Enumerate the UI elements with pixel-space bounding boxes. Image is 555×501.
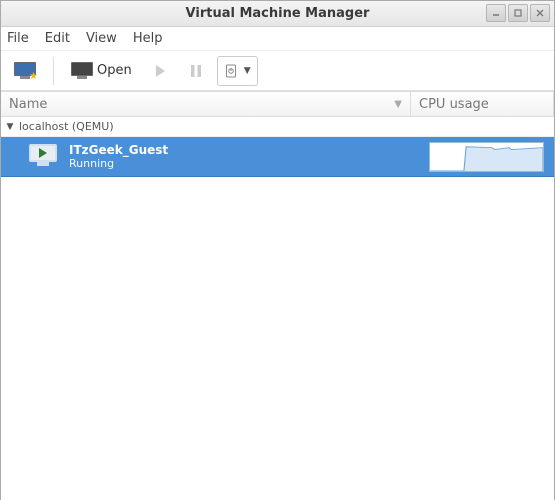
- vm-status: Running: [69, 157, 168, 170]
- toolbar-separator: [53, 57, 54, 85]
- vm-running-icon: [29, 144, 57, 168]
- host-label: localhost (QEMU): [19, 120, 114, 133]
- column-name-label: Name: [9, 97, 47, 112]
- power-icon: [224, 64, 238, 78]
- column-headers: Name ▼ CPU usage: [1, 91, 554, 117]
- column-cpu[interactable]: CPU usage: [411, 92, 554, 116]
- vm-row[interactable]: ITzGeek_Guest Running: [1, 137, 554, 177]
- window-title: Virtual Machine Manager: [1, 6, 554, 21]
- open-vm-button[interactable]: Open: [64, 56, 139, 86]
- chevron-down-icon: ▼: [244, 66, 251, 76]
- titlebar: Virtual Machine Manager: [1, 1, 554, 27]
- expander-icon[interactable]: ▼: [5, 122, 15, 132]
- maximize-button[interactable]: [508, 4, 528, 22]
- host-row[interactable]: ▼ localhost (QEMU): [1, 117, 554, 137]
- monitor-new-icon: ★: [14, 62, 36, 80]
- pause-button[interactable]: [181, 56, 211, 86]
- sort-indicator-icon: ▼: [394, 99, 402, 110]
- menu-file[interactable]: File: [7, 31, 29, 46]
- vm-list: ▼ localhost (QEMU) ITzGeek_Guest Running: [1, 117, 554, 501]
- column-cpu-label: CPU usage: [419, 97, 489, 112]
- open-label: Open: [97, 63, 132, 78]
- toolbar: ★ Open ▼: [1, 51, 554, 91]
- column-name[interactable]: Name ▼: [1, 92, 411, 116]
- play-icon: [154, 64, 166, 78]
- pause-icon: [190, 64, 202, 78]
- close-button[interactable]: [530, 4, 550, 22]
- vm-name-cell: ITzGeek_Guest Running: [1, 143, 419, 171]
- menu-view[interactable]: View: [86, 31, 117, 46]
- vm-text: ITzGeek_Guest Running: [69, 143, 168, 171]
- cpu-usage-graph: [429, 142, 544, 172]
- monitor-open-icon: [71, 62, 93, 80]
- minimize-button[interactable]: [486, 4, 506, 22]
- run-button[interactable]: [145, 56, 175, 86]
- vm-name: ITzGeek_Guest: [69, 143, 168, 157]
- window-controls: [486, 4, 550, 22]
- menubar: File Edit View Help: [1, 27, 554, 51]
- shutdown-menu-button[interactable]: ▼: [217, 56, 258, 86]
- menu-help[interactable]: Help: [133, 31, 163, 46]
- menu-edit[interactable]: Edit: [45, 31, 70, 46]
- vm-cpu-cell: [419, 137, 554, 176]
- new-vm-button[interactable]: ★: [7, 56, 43, 86]
